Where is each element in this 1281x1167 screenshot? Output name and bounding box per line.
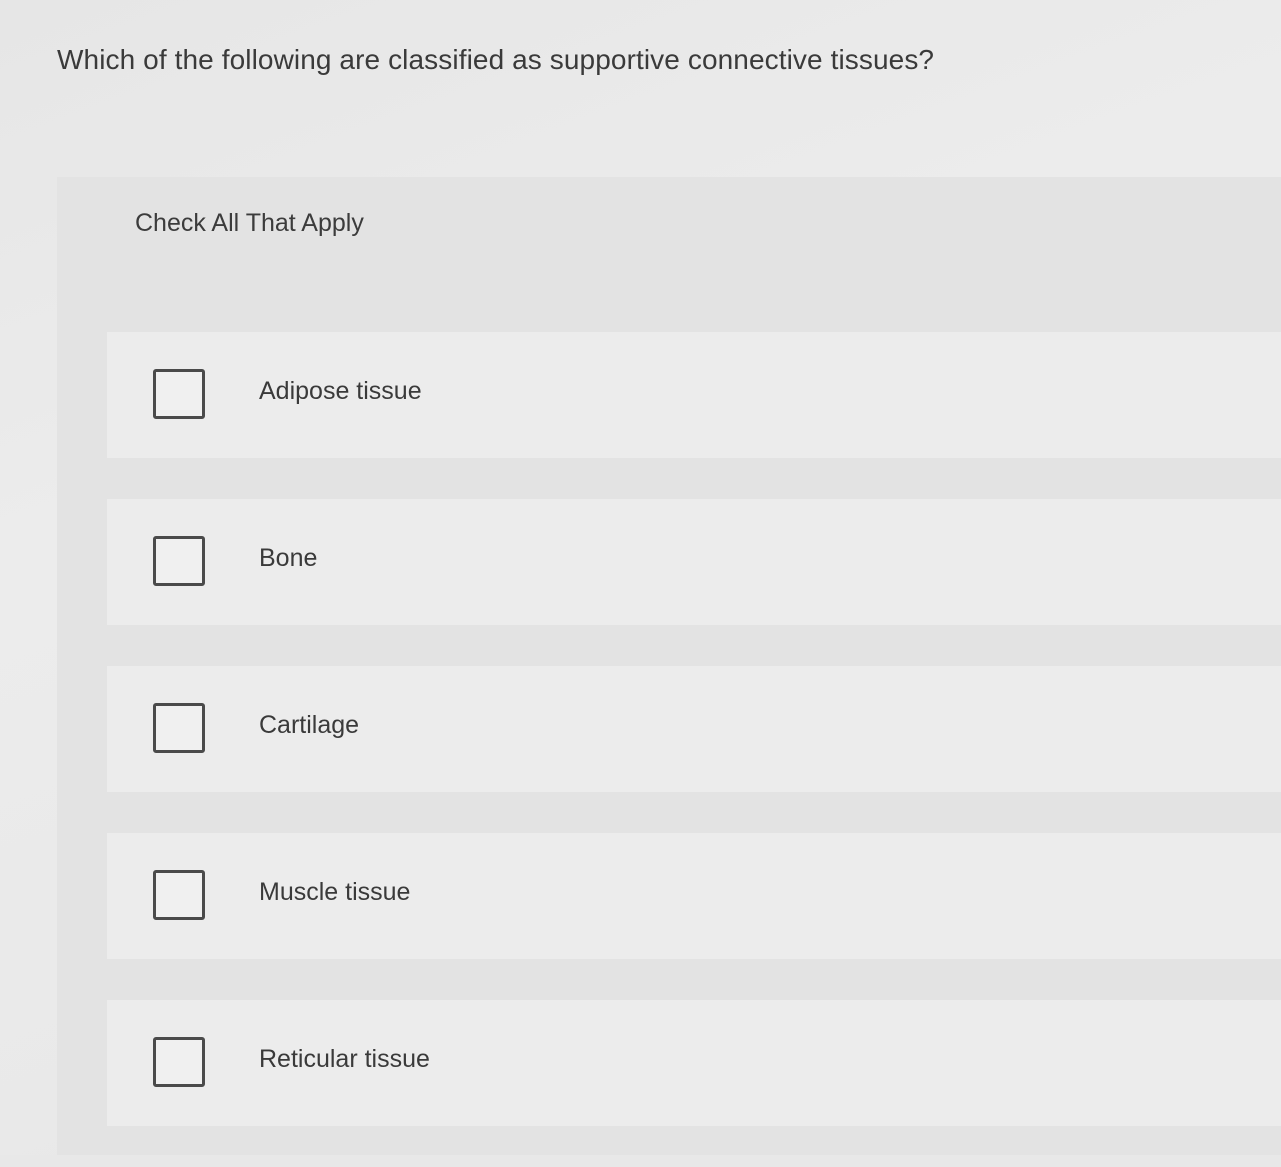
option-adipose-tissue[interactable]: Adipose tissue [107, 332, 1281, 458]
option-label[interactable]: Muscle tissue [259, 878, 410, 907]
option-label[interactable]: Bone [259, 544, 317, 573]
option-reticular-tissue[interactable]: Reticular tissue [107, 1000, 1281, 1126]
checkbox[interactable] [153, 369, 205, 419]
option-muscle-tissue[interactable]: Muscle tissue [107, 833, 1281, 959]
option-label[interactable]: Cartilage [259, 711, 359, 740]
instruction-text: Check All That Apply [135, 209, 364, 237]
option-label[interactable]: Adipose tissue [259, 377, 422, 406]
answer-panel: Check All That Apply Adipose tissue Bone… [57, 177, 1281, 1155]
checkbox[interactable] [153, 870, 205, 920]
option-label[interactable]: Reticular tissue [259, 1045, 430, 1074]
option-cartilage[interactable]: Cartilage [107, 666, 1281, 792]
option-bone[interactable]: Bone [107, 499, 1281, 625]
options-list: Adipose tissue Bone Cartilage Muscle tis… [107, 332, 1281, 1167]
checkbox[interactable] [153, 536, 205, 586]
question-text: Which of the following are classified as… [57, 44, 935, 75]
checkbox[interactable] [153, 1037, 205, 1087]
checkbox[interactable] [153, 703, 205, 753]
